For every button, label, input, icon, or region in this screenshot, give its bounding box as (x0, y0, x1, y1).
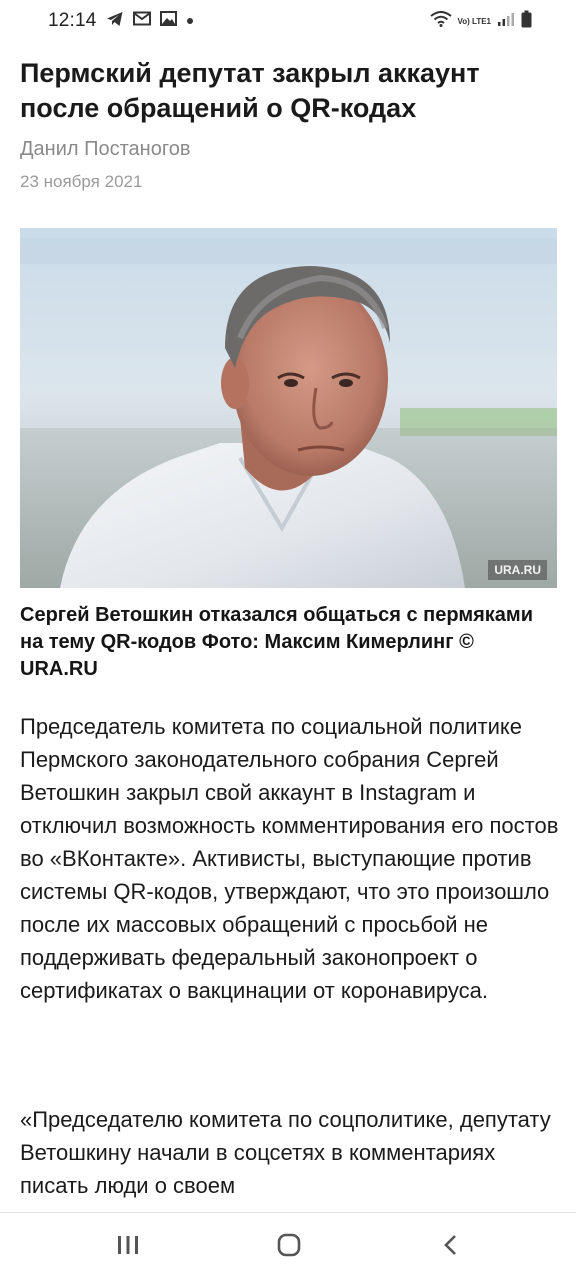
article-paragraph: «Председателю комитета по соцполитике, д… (20, 1107, 551, 1198)
battery-icon (521, 10, 532, 33)
signal-icon (497, 11, 515, 32)
article-paragraph: Председатель комитета по социальной поли… (20, 714, 559, 1003)
telegram-icon (106, 11, 124, 32)
photo-caption: Сергей Ветошкин отказался общаться с пер… (20, 604, 534, 680)
recents-icon[interactable] (115, 1233, 141, 1262)
article-author[interactable]: Данил Постаногов (20, 138, 190, 161)
wifi-icon (429, 11, 452, 32)
system-nav-bar (0, 1212, 576, 1281)
article-date: 23 ноября 2021 (20, 172, 143, 191)
home-icon[interactable] (276, 1233, 302, 1262)
portrait-image (20, 228, 557, 588)
article-photo[interactable]: URA.RU (20, 228, 557, 588)
article-title: Пермский депутат закрыл аккаунт после об… (20, 58, 480, 123)
network-label: Vo) LTE1 (457, 16, 491, 26)
status-time: 12:14 (48, 10, 97, 31)
status-bar: 12:14 Vo) LTE1 (0, 0, 576, 44)
dot-icon (186, 12, 194, 30)
photo-watermark: URA.RU (488, 560, 547, 580)
gallery-icon (159, 11, 177, 31)
back-icon[interactable] (440, 1233, 462, 1262)
mail-icon (132, 11, 151, 31)
status-left: 12:14 (48, 10, 194, 32)
status-right: Vo) LTE1 (429, 10, 532, 33)
